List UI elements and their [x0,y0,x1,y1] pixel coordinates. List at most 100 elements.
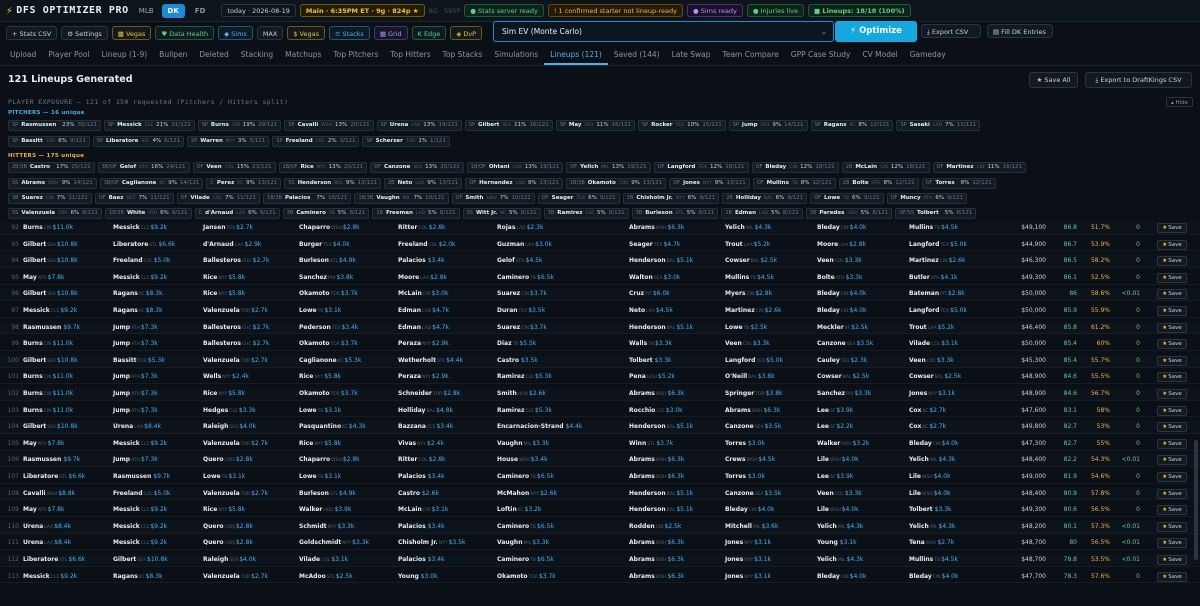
save-lineup-button[interactable]: ★Save [1157,488,1187,499]
lineup-player-cell[interactable]: LileWSH$4.0k [817,456,859,463]
lineup-player-cell[interactable]: OkamotoTOR$3.7k [299,340,358,347]
save-lineup-button[interactable]: ★Save [1157,272,1187,283]
lineup-player-cell[interactable]: BledayCIN$4.0k [817,290,866,297]
lineup-player-cell[interactable]: HedgesCLE$3.3k [203,407,256,414]
lineup-player-cell[interactable]: RitterCOL$2.8k [398,456,446,463]
lineup-player-cell[interactable]: LileWSH$4.0k [909,490,951,497]
lineup-player-cell[interactable]: SanchezPHI$3.3k [817,390,871,397]
lineup-player-cell[interactable]: CruzPIT$6.0k [629,290,670,297]
lineup-player-cell[interactable]: MessickCLE$9.2k [113,440,167,447]
lineup-player-cell[interactable]: RiceNYY$5.8k [203,506,245,513]
table-row[interactable]: 111 UrenaLAA$8.4k MessickCLE$9.2k QueroCWS$… [0,537,1200,551]
lineup-player-cell[interactable]: CrewsWSH$4.5k [725,456,775,463]
hide-exposure-button[interactable]: ▴ Hide [1166,97,1194,107]
lineup-player-cell[interactable]: RoddenCIN$2.5k [629,523,681,530]
lineup-player-cell[interactable]: Young $3.0k [398,573,438,580]
exposure-chip[interactable]: SP Rasmussen 23% 35/121 [8,120,101,131]
lineup-player-cell[interactable]: HollidayBAL$4.8k [398,407,453,414]
save-lineup-button[interactable]: ★Save [1157,538,1187,549]
tab-top-stacks[interactable]: Top Stacks [437,50,489,65]
lineup-player-cell[interactable]: RiceNYY$5.8k [203,274,245,281]
lineup-player-cell[interactable]: GoldschmidtNYY$3.3k [299,539,369,546]
lineup-player-cell[interactable]: MitchellMIL$3.6k [725,523,778,530]
lineup-player-cell[interactable]: HendersonBAL$5.1k [629,490,693,497]
lineup-player-cell[interactable]: RocchioCLE$3.0k [629,407,683,414]
save-lineup-button[interactable]: ★Save [1157,455,1187,466]
lineup-player-cell[interactable]: MessickCLE$9.2k [113,224,167,231]
exposure-chip[interactable]: 2B McLain CIN 12% 18/121 [841,162,930,173]
lineup-player-cell[interactable]: AbramsWSH$6.3k [629,573,684,580]
lineup-player-cell[interactable]: MayATH$7.8k [23,506,64,513]
tab-late-swap[interactable]: Late Swap [666,50,717,65]
exposure-chip[interactable]: SP Freeland COL 2% 3/121 [272,136,360,147]
exposure-chip[interactable]: OF Lowe TB 6% 9/121 [810,193,884,204]
lineup-player-cell[interactable]: MyersCIN$2.8k [725,290,772,297]
lineup-player-cell[interactable]: VeenCOL$3.3k [817,257,862,264]
tab-gameday[interactable]: Gameday [904,50,952,65]
exposure-chip[interactable]: OF Canzone SEA 13% 20/121 [370,162,464,173]
lineup-player-cell[interactable]: RamirezCLE$5.3k [497,407,552,414]
save-lineup-button[interactable]: ★Save [1157,306,1187,316]
exposure-chip[interactable]: SP Rocker TEX 10% 15/121 [637,120,726,131]
lineup-player-cell[interactable]: YelichMIL$4.3k [909,456,955,463]
table-row[interactable]: 104 GilbertSEA$10.8k UrenaLAA$8.4k RaleighS… [0,421,1200,434]
lineup-player-cell[interactable]: LiberatoreSTL$6.6k [23,556,85,563]
exposure-chip[interactable]: OF Bleday CIN 12% 18/121 [751,162,839,173]
lineup-player-cell[interactable]: GilbertSEA$10.8k [23,357,78,364]
lineup-player-cell[interactable]: SeagerTEX$4.7k [629,241,680,248]
exposure-chip[interactable]: OF Yelich MIL 13% 19/121 [566,162,651,173]
exposure-chip[interactable]: SP Liberatore STL 4% 6/121 [92,136,185,147]
lineup-player-cell[interactable]: DuranTEX$3.5k [497,307,545,314]
lineup-player-cell[interactable]: BurnsCIN$11.0k [23,390,73,397]
save-lineup-button[interactable]: ★Save [1157,239,1187,250]
tab-saved-144[interactable]: Saved (144) [608,50,666,65]
table-row[interactable]: 102 BurnsCIN$11.0k JumpATH$7.3k RiceNYY$5.8… [0,388,1200,401]
lineup-player-cell[interactable]: LeeSF$3.9k [817,407,853,414]
save-lineup-button[interactable]: ★Save [1157,256,1187,267]
lineup-player-cell[interactable]: MullinsTB$4.5k [909,556,958,563]
lineup-player-cell[interactable]: MessickCLE$9.2k [23,573,77,580]
tab-lineups-121[interactable]: Lineups (121) [544,50,608,65]
lineup-player-cell[interactable]: EdmanLAD$4.7k [398,307,449,314]
save-lineup-button[interactable]: ★Save [1157,289,1187,300]
exposure-chip[interactable]: 3B Ramirez CLE 5% 8/121 [543,208,629,219]
lineup-player-cell[interactable]: RagansKC$8.3k [113,573,163,580]
lineup-player-cell[interactable]: Castro $3.5k [497,357,538,364]
lineup-player-cell[interactable]: GilbertSEA$10.8k [23,257,78,264]
exposure-chip[interactable]: 3B Caminero TB 5% 8/121 [282,208,370,219]
lineup-player-cell[interactable]: MessickCLE$9.2k [113,523,167,530]
lineup-player-cell[interactable]: HendersonBAL$5.1k [629,506,693,513]
lineup-player-cell[interactable]: Palacios $3.4k [398,257,445,264]
exposure-chip[interactable]: SP Cavalli WSH 13% 20/121 [284,120,374,131]
lineup-player-cell[interactable]: MooreLAA$2.8k [398,274,447,281]
lineup-player-cell[interactable]: ButlerATH$4.1k [909,274,958,281]
lineup-player-cell[interactable]: ValenzuelaTOR$2.7k [203,357,268,364]
exposure-chip[interactable]: 2B Chisholm Jr. NYY 6% 9/121 [622,193,720,204]
lineup-player-cell[interactable]: BurgerTEX$4.0k [299,241,350,248]
lineup-player-cell[interactable]: QueroCWS$2.8k [203,539,253,546]
exposure-chip[interactable]: SP Bassitt TOR 6% 9/121 [8,136,90,147]
table-row[interactable]: 112 LiberatoreSTL$6.6k GilbertSEA$10.8k Ral… [0,554,1200,567]
exposure-chip[interactable]: OF Hernandez LAD 9% 13/121 [465,178,563,189]
exposure-chip[interactable]: SS Valenzuela TOR 6% 9/121 [8,208,103,219]
lineup-player-cell[interactable]: ChaparroWSH$2.8k [299,224,360,231]
lineup-player-cell[interactable]: HendersonBAL$5.1k [629,324,693,331]
lineup-player-cell[interactable]: CanzoneSEA$3.5k [817,340,873,347]
lineup-player-cell[interactable]: RiceNYY$5.8k [299,440,341,447]
lineup-player-cell[interactable]: SuarezCIN$3.7k [497,324,547,331]
tab-top-pitchers[interactable]: Top Pitchers [327,50,384,65]
save-all-button[interactable]: ★ Save All [1029,72,1078,88]
lineup-player-cell[interactable]: BurnsCIN$11.0k [23,340,73,347]
exposure-chip[interactable]: 2B Edman LAD 5% 8/121 [721,208,803,219]
lineup-player-cell[interactable]: CamineroTB$6.5k [497,473,554,480]
save-lineup-button[interactable]: ★Save [1157,555,1187,565]
lineup-player-cell[interactable]: AbramsWSH$6.3k [629,539,684,546]
lineup-player-cell[interactable]: Rasmussen $9.7k [23,456,80,463]
lineup-player-cell[interactable]: YelichMIL$4.3k [909,523,955,530]
lineup-player-cell[interactable]: Torres $3.0k [725,440,765,447]
lineup-player-cell[interactable]: Palacios $3.4k [398,473,445,480]
lineup-player-cell[interactable]: CanzoneSEA$3.5k [725,423,781,430]
tab-cv-model[interactable]: CV Model [856,50,903,65]
lineup-player-cell[interactable]: JumpATH$7.3k [113,456,158,463]
lineup-player-cell[interactable]: SanchezPHI$3.8k [299,274,353,281]
